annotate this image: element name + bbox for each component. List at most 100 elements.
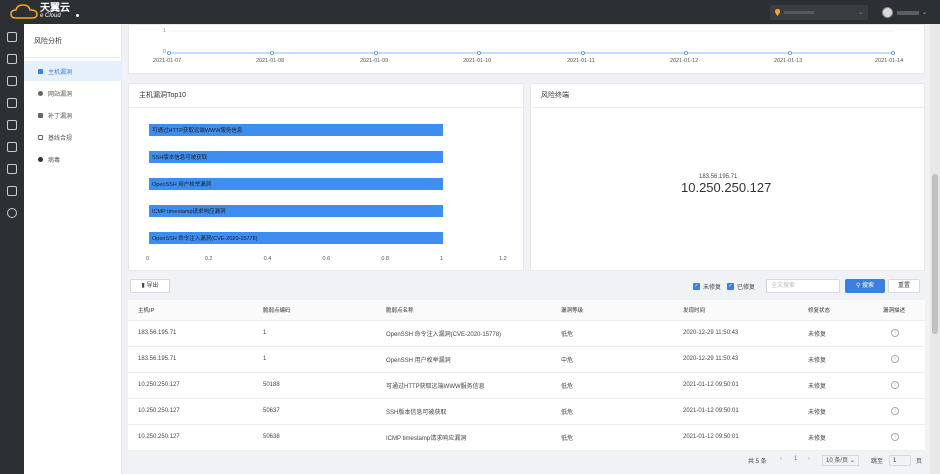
x-tick: 0.8 [381, 256, 389, 262]
table-header-row: 主机IP 脆弱点编码 脆弱点名称 漏洞等级 发现时间 修复状态 漏洞描述 [128, 300, 925, 321]
fixed-checkbox[interactable]: ✓ 已修复 [727, 282, 755, 291]
cell-vuln-code: 1 [253, 320, 376, 347]
cell-level: 低危 [551, 398, 673, 425]
info-icon[interactable]: i [891, 329, 899, 337]
table-row[interactable]: 10.250.250.127 50188 可通过HTTP获取远端WWW服务信息 低危 2… [128, 372, 925, 399]
gear-icon[interactable] [7, 208, 17, 218]
bar[interactable]: ICMP timestamp请求响应漏洞 [149, 205, 444, 217]
shield-icon[interactable] [7, 120, 17, 130]
info-icon[interactable]: i [891, 381, 899, 389]
bar-label: OpenSSH 命令注入漏洞(CVE-2020-15778) [152, 236, 258, 242]
sidebar-item-host-vuln[interactable]: 主机漏洞 [24, 61, 122, 81]
brand-name: 天翼云 [40, 3, 70, 14]
col-vuln-code[interactable]: 脆弱点编码 [253, 300, 376, 321]
sidebar-title: 风险分析 [34, 38, 62, 45]
col-fix-status[interactable]: 修复状态 [798, 300, 873, 321]
table-row[interactable]: 10.250.250.127 50638 ICMP timestamp请求响应漏洞低… [128, 424, 925, 451]
prev-page-icon[interactable]: ‹ [780, 456, 782, 462]
sidebar-item-virus[interactable]: 病毒 [24, 149, 122, 169]
info-icon[interactable]: i [891, 433, 899, 441]
cell-description: i [873, 398, 925, 425]
scrollbar-thumb[interactable] [932, 174, 938, 334]
region-selector[interactable]: ⌄ [770, 5, 868, 20]
bar[interactable]: 可通过HTTP获取远端WWW服务信息 [149, 124, 444, 136]
bell-icon[interactable] [7, 76, 17, 86]
col-host-ip[interactable]: 主机IP [128, 300, 253, 321]
x-tick: 2021-01-10 [463, 58, 492, 64]
pager-total: 共 5 条 [748, 459, 767, 465]
reset-button[interactable]: 重置 [888, 279, 920, 293]
next-page-icon[interactable]: › [808, 456, 810, 462]
page-number[interactable]: 1 [794, 456, 797, 462]
x-tick: 1 [440, 256, 444, 262]
unfixed-checkbox[interactable]: ✓ 未修复 [693, 282, 721, 291]
sidebar: 风险分析 主机漏洞 网站漏洞 补丁漏洞 基线合规 病毒 [24, 24, 122, 474]
cell-fix-status: 未修复 [798, 346, 873, 373]
cell-host-ip: 183.56.195.71 [128, 320, 253, 347]
calendar-icon[interactable] [7, 186, 17, 196]
x-tick: 1.2 [499, 256, 507, 262]
cell-found-time: 2020-12-29 11:50:43 [673, 346, 798, 373]
bar-chart: 可通过HTTP获取远端WWW服务信息 SSH版本信息可被获取 OpenSSH 用户枚… [129, 84, 525, 272]
cell-description: i [873, 424, 925, 451]
info-icon[interactable]: i [891, 355, 899, 363]
top10-chart-card: 主机漏洞Top10 可通过HTTP获取远端WWW服务信息 SSH版本信息可被获取 O… [128, 83, 524, 271]
cell-found-time: 2020-12-29 11:50:43 [673, 320, 798, 347]
cell-vuln-name: SSH版本信息可被获取 [376, 398, 551, 425]
scrollbar[interactable] [930, 24, 940, 474]
chevron-down-icon: ⌄ [849, 458, 855, 464]
col-found-time[interactable]: 发现时间 [673, 300, 798, 321]
cell-description: i [873, 372, 925, 399]
col-level[interactable]: 漏洞等级 [551, 300, 673, 321]
table-row[interactable]: 10.250.250.127 50637 SSH版本信息可被获取 低危 2021-01-… [128, 398, 925, 425]
search-input[interactable]: 全文搜索 [766, 279, 840, 293]
bar-label: OpenSSH 用户枚举漏洞 [152, 182, 212, 188]
divider [24, 57, 122, 58]
sidebar-item-patch-vuln[interactable]: 补丁漏洞 [24, 105, 122, 125]
document-icon[interactable] [7, 164, 17, 174]
x-tick: 2021-01-07 [153, 58, 182, 64]
home-icon[interactable] [7, 32, 17, 42]
cell-host-ip: 10.250.250.127 [128, 398, 253, 425]
monitor-icon[interactable] [7, 54, 17, 64]
bar[interactable]: SSH版本信息可被获取 [149, 151, 444, 163]
x-tick: 0.6 [322, 256, 331, 262]
cell-fix-status: 未修复 [798, 372, 873, 399]
x-tick: 2021-01-09 [360, 58, 389, 64]
screen-icon[interactable] [7, 142, 17, 152]
user-menu[interactable]: ⌄ [882, 7, 927, 18]
bar[interactable]: OpenSSH 命令注入漏洞(CVE-2020-15778) [149, 232, 444, 244]
cell-found-time: 2021-01-12 09:50:01 [673, 424, 798, 451]
cell-level: 低危 [551, 372, 673, 399]
globe-icon [38, 90, 43, 96]
sidebar-item-web-vuln[interactable]: 网站漏洞 [24, 83, 122, 103]
cell-vuln-name: 可通过HTTP获取远端WWW服务信息 [376, 372, 551, 399]
cell-fix-status: 未修复 [798, 320, 873, 347]
virus-icon [38, 156, 43, 162]
cloud-logo-icon [10, 4, 38, 19]
export-button[interactable]: ▮ 导出 [130, 279, 170, 293]
table-row[interactable]: 183.56.195.71 1 OpenSSH 命令注入漏洞(CVE-2020-15… [128, 320, 925, 347]
page-size-select[interactable]: 10 条/页 ⌄ [822, 455, 859, 466]
x-tick: 2021-01-12 [670, 58, 699, 64]
info-icon[interactable]: i [891, 407, 899, 415]
check-icon: ✓ [727, 283, 734, 290]
goto-input[interactable]: 1 [889, 455, 911, 466]
cell-level: 低危 [551, 320, 673, 347]
cell-vuln-code: 50638 [253, 424, 376, 451]
icon-rail [0, 24, 24, 474]
sidebar-item-baseline[interactable]: 基线合规 [24, 127, 122, 147]
x-tick: 2021-01-13 [774, 58, 803, 64]
cell-description: i [873, 320, 925, 347]
goto-label: 跳至 [871, 459, 884, 465]
brand-logo[interactable]: 天翼云 e Cloud [10, 4, 79, 20]
cell-vuln-code: 1 [253, 346, 376, 373]
host-icon [38, 68, 43, 74]
table-row[interactable]: 183.56.195.71 1 OpenSSH 用户枚举漏洞 中危 2020-12-29… [128, 346, 925, 373]
cube-icon[interactable] [7, 98, 17, 108]
bar[interactable]: OpenSSH 用户枚举漏洞 [149, 178, 444, 190]
patch-icon [38, 112, 43, 118]
col-vuln-name[interactable]: 脆弱点名称 [376, 300, 551, 321]
search-button[interactable]: ⚲ 搜索 [845, 279, 885, 293]
cell-vuln-code: 50637 [253, 398, 376, 425]
